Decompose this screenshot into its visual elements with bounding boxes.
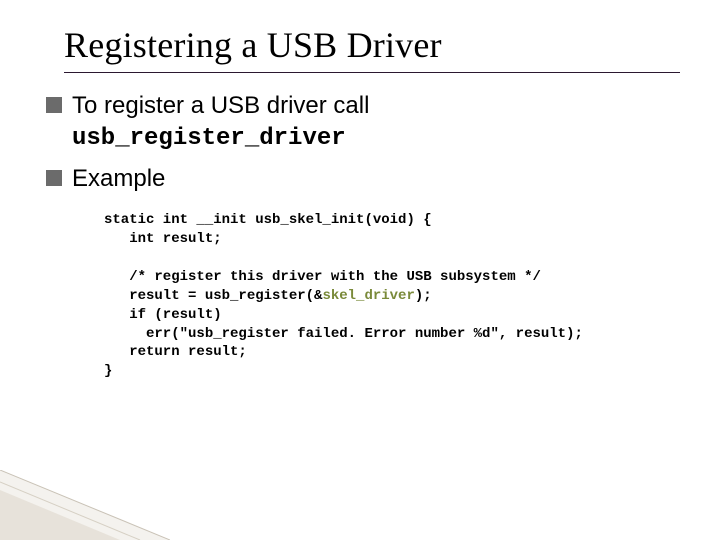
code-line: int result; [104,231,222,247]
bullet-text: Example [72,164,680,195]
square-bullet-icon [46,170,62,186]
title-rule [64,72,680,73]
bullet-text: To register a USB driver call usb_regist… [72,91,680,154]
bullet-text-plain: Example [72,165,165,192]
code-line: return result; [104,344,247,360]
bullet-item: Example [46,164,680,195]
square-bullet-icon [46,97,62,113]
code-line: } [104,363,112,379]
code-line: err("usb_register failed. Error number %… [104,326,583,342]
corner-decoration-icon [0,470,170,540]
code-line: /* register this driver with the USB sub… [104,269,541,285]
slide-title: Registering a USB Driver [64,24,680,66]
code-highlight: skel_driver [322,288,414,304]
slide: Registering a USB Driver To register a U… [0,0,720,540]
code-line: static int __init usb_skel_init(void) { [104,212,432,228]
bullet-text-plain: To register a USB driver call [72,92,369,119]
bullet-list: To register a USB driver call usb_regist… [46,91,680,195]
bullet-item: To register a USB driver call usb_regist… [46,91,680,154]
code-line: if (result) [104,307,222,323]
code-line: ); [415,288,432,304]
code-line: result = usb_register(& [104,288,322,304]
bullet-text-code: usb_register_driver [72,125,346,152]
code-block: static int __init usb_skel_init(void) { … [104,211,680,381]
